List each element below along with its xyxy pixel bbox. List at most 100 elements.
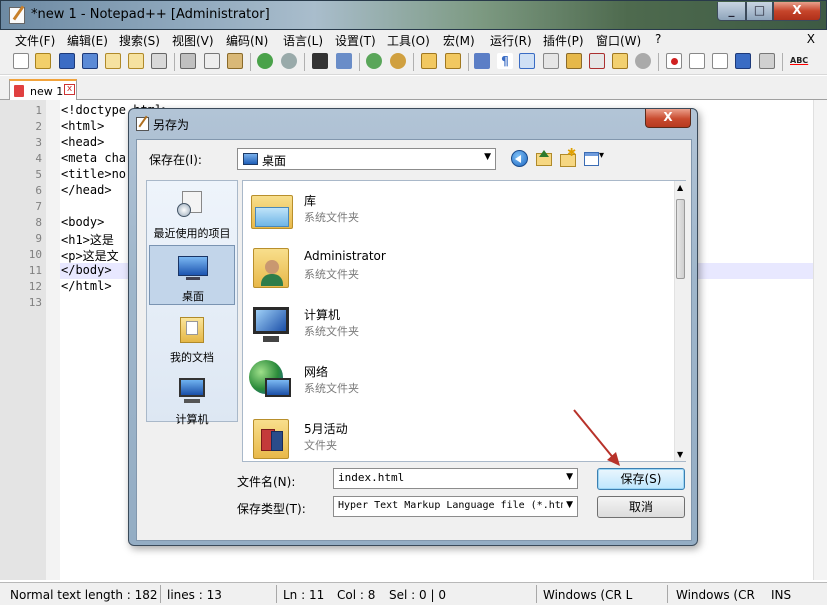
dialog-body: 保存在(I): 桌面 ▼ 最近使用的项目 桌面 bbox=[136, 139, 692, 541]
place-computer[interactable]: 计算机 bbox=[149, 369, 235, 429]
toolbar: ¶ ABC bbox=[0, 49, 827, 75]
line-number: 1 bbox=[35, 104, 42, 117]
save-in-dropdown[interactable]: 桌面 ▼ bbox=[237, 148, 496, 170]
monitoring-icon[interactable] bbox=[635, 53, 651, 69]
menu-settings[interactable]: 设置(T) bbox=[335, 32, 376, 49]
chevron-down-icon[interactable]: ▼ bbox=[566, 472, 573, 482]
zoom-in-icon[interactable] bbox=[366, 53, 382, 69]
close-tab-icon[interactable]: x bbox=[64, 84, 75, 95]
line-number-gutter: 1 2 3 4 5 6 8 7 9 10 11 12 13 bbox=[0, 100, 46, 580]
view-menu-icon[interactable] bbox=[583, 150, 609, 167]
list-item[interactable]: 计算机 系统文件夹 bbox=[247, 297, 667, 351]
list-item[interactable]: 网络 系统文件夹 bbox=[247, 354, 667, 408]
save-all-icon[interactable] bbox=[82, 53, 98, 69]
play-macro-icon[interactable] bbox=[712, 53, 728, 69]
scroll-up-icon[interactable]: ▲ bbox=[677, 183, 683, 192]
cut-icon[interactable] bbox=[180, 53, 196, 69]
zoom-out-icon[interactable] bbox=[390, 53, 406, 69]
annotation-arrow bbox=[573, 409, 620, 466]
dialog-close-button[interactable]: X bbox=[645, 109, 691, 128]
place-label: 计算机 bbox=[175, 413, 209, 426]
menu-search[interactable]: 搜索(S) bbox=[119, 32, 160, 49]
up-folder-icon[interactable] bbox=[535, 150, 552, 167]
save-button[interactable]: 保存(S) bbox=[597, 468, 685, 490]
close-document-button[interactable]: X bbox=[807, 32, 815, 46]
save-macro-icon[interactable] bbox=[759, 53, 775, 69]
word-wrap-icon[interactable] bbox=[474, 53, 490, 69]
sync-vertical-icon[interactable] bbox=[421, 53, 437, 69]
menu-run[interactable]: 运行(R) bbox=[490, 32, 532, 49]
line-number: 7 bbox=[35, 200, 42, 213]
record-macro-icon[interactable] bbox=[666, 53, 682, 69]
save-icon[interactable] bbox=[59, 53, 75, 69]
list-item[interactable]: 库 系统文件夹 bbox=[247, 183, 667, 237]
menu-view[interactable]: 视图(V) bbox=[172, 32, 214, 49]
sync-horizontal-icon[interactable] bbox=[445, 53, 461, 69]
file-list-scrollbar[interactable]: ▲ ▼ bbox=[674, 181, 686, 461]
menu-encoding[interactable]: 编码(N) bbox=[226, 32, 268, 49]
toolbar-separator bbox=[468, 53, 469, 71]
open-file-icon[interactable] bbox=[35, 53, 51, 69]
menu-help[interactable]: ? bbox=[655, 32, 661, 46]
new-folder-icon[interactable] bbox=[559, 146, 576, 167]
line-number: 2 bbox=[35, 120, 42, 133]
toolbar-separator bbox=[304, 53, 305, 71]
print-icon[interactable] bbox=[151, 53, 167, 69]
menu-macro[interactable]: 宏(M) bbox=[443, 32, 475, 49]
udl-icon[interactable] bbox=[543, 53, 559, 69]
close-all-icon[interactable] bbox=[128, 53, 144, 69]
code-line: <title>no bbox=[61, 167, 127, 181]
menu-bar: 文件(F) 编辑(E) 搜索(S) 视图(V) 编码(N) 语言(L) 设置(T… bbox=[0, 30, 827, 49]
menu-tools[interactable]: 工具(O) bbox=[387, 32, 430, 49]
status-ln: Ln : 11 bbox=[283, 588, 325, 602]
menu-window[interactable]: 窗口(W) bbox=[596, 32, 641, 49]
code-line: <meta cha bbox=[61, 151, 127, 165]
cancel-button[interactable]: 取消 bbox=[597, 496, 685, 518]
indent-guide-icon[interactable] bbox=[519, 53, 535, 69]
undo-icon[interactable] bbox=[257, 53, 273, 69]
editor-scrollbar[interactable] bbox=[813, 100, 827, 580]
filename-input[interactable]: index.html ▼ bbox=[333, 468, 578, 489]
menu-edit[interactable]: 编辑(E) bbox=[67, 32, 108, 49]
save-as-dialog: 另存为 X 保存在(I): 桌面 ▼ 最近使用的项目 bbox=[128, 108, 698, 546]
place-label: 我的文档 bbox=[170, 351, 214, 364]
copy-icon[interactable] bbox=[204, 53, 220, 69]
function-list-icon[interactable] bbox=[589, 53, 605, 69]
menu-language[interactable]: 语言(L) bbox=[283, 32, 323, 49]
stop-macro-icon[interactable] bbox=[689, 53, 705, 69]
place-documents[interactable]: 我的文档 bbox=[149, 307, 235, 367]
replace-icon[interactable] bbox=[336, 53, 352, 69]
place-recent[interactable]: 最近使用的项目 bbox=[149, 183, 235, 243]
code-line: </html> bbox=[61, 279, 112, 293]
code-line: </body> bbox=[61, 263, 112, 277]
run-macro-multiple-icon[interactable] bbox=[735, 53, 751, 69]
code-line: <head> bbox=[61, 135, 105, 149]
find-icon[interactable] bbox=[312, 53, 328, 69]
back-icon[interactable] bbox=[511, 150, 528, 167]
redo-icon[interactable] bbox=[281, 53, 297, 69]
folder-workspace-icon[interactable] bbox=[612, 53, 628, 69]
menu-plugins[interactable]: 插件(P) bbox=[543, 32, 584, 49]
menu-file[interactable]: 文件(F) bbox=[15, 32, 55, 49]
code-line: <html> bbox=[61, 119, 105, 133]
code-line: <h1>这是 bbox=[61, 233, 114, 247]
minimize-button[interactable]: _ bbox=[717, 2, 746, 21]
toolbar-separator bbox=[174, 53, 175, 71]
scroll-down-icon[interactable]: ▼ bbox=[677, 450, 683, 459]
scrollbar-thumb[interactable] bbox=[676, 199, 685, 279]
doc-map-icon[interactable] bbox=[566, 53, 582, 69]
toolbar-separator bbox=[658, 53, 659, 71]
place-desktop[interactable]: 桌面 bbox=[149, 245, 235, 305]
spell-check-icon[interactable]: ABC bbox=[790, 53, 810, 69]
file-type: 系统文件夹 bbox=[304, 382, 359, 395]
notepad-app-icon bbox=[136, 117, 149, 131]
close-file-icon[interactable] bbox=[105, 53, 121, 69]
new-file-icon[interactable] bbox=[13, 53, 29, 69]
list-item[interactable]: Administrator 系统文件夹 bbox=[247, 240, 667, 294]
close-window-button[interactable]: X bbox=[773, 2, 821, 21]
line-number: 9 bbox=[35, 232, 42, 245]
paste-icon[interactable] bbox=[227, 53, 243, 69]
maximize-button[interactable]: □ bbox=[746, 2, 773, 21]
tab-new-1[interactable]: new 1 x bbox=[9, 79, 77, 100]
filetype-dropdown[interactable]: Hyper Text Markup Language file (*.htm ▼ bbox=[333, 496, 578, 517]
